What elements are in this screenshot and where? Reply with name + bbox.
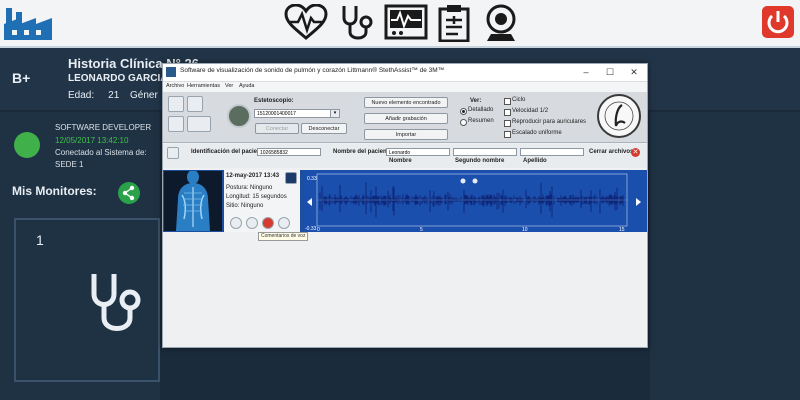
x-tick-0: 0 <box>317 227 320 232</box>
menu-archivo[interactable]: Archivo <box>166 83 184 89</box>
patient-name-label: Nombre del paciente: <box>333 149 395 155</box>
body-position-icon[interactable] <box>168 116 184 132</box>
bottom-panel <box>160 345 650 400</box>
new-recording-button[interactable]: Nuevo elemento encontrado <box>364 97 448 108</box>
second-name-field[interactable] <box>453 148 517 156</box>
uniform-scale-checkbox[interactable] <box>504 131 511 138</box>
menu-ver[interactable]: Ver <box>225 83 233 89</box>
maximize-button[interactable]: ☐ <box>599 65 621 79</box>
toolbar: Estetoscopio: 15120001400017 ▾ Conectar … <box>163 92 647 143</box>
menu-ayuda[interactable]: Ayuda <box>239 83 255 89</box>
forward-icon <box>636 198 641 206</box>
detailed-label: Detallado <box>468 107 494 113</box>
save-icon[interactable] <box>187 96 203 112</box>
user-role: SOFTWARE DEVELOPER <box>55 123 152 132</box>
view-label: Ver: <box>470 98 482 104</box>
half-speed-checkbox[interactable] <box>504 109 511 116</box>
surname-field[interactable] <box>520 148 584 156</box>
save-recording-icon[interactable] <box>278 217 290 229</box>
patient-info-icon[interactable] <box>167 147 179 159</box>
top-header <box>0 0 800 48</box>
connected-label: Conectado al Sistema de: <box>55 148 147 157</box>
site-name: SEDE 1 <box>55 160 84 169</box>
minimize-button[interactable]: – <box>575 65 597 79</box>
stethoscope-mode-icon[interactable] <box>285 172 297 184</box>
zoom-out-icon <box>460 178 466 184</box>
posture-row: Postura: Ninguno <box>226 185 273 191</box>
first-name-field[interactable]: Leonardo <box>386 148 450 156</box>
window-titlebar[interactable]: Software de visualización de sonido de p… <box>163 64 647 82</box>
record-icon[interactable] <box>262 217 274 229</box>
connect-button[interactable]: Conectar <box>255 123 299 134</box>
detailed-radio[interactable] <box>460 108 467 115</box>
patient-age: Edad: 21 <box>68 90 120 101</box>
close-button[interactable]: ✕ <box>623 65 645 79</box>
online-status-icon <box>14 132 40 158</box>
littmann-window[interactable]: Software de visualización de sonido de p… <box>162 63 648 348</box>
clipboard-icon[interactable] <box>436 4 472 42</box>
monitors-heading: Mis Monitores: <box>12 184 97 198</box>
patient-name: LEONARDO GARCIA <box>68 73 168 84</box>
stethoscope-icon[interactable] <box>338 4 378 42</box>
rewind-icon <box>307 198 312 206</box>
heart-pulse-icon[interactable] <box>284 4 328 42</box>
app-icon <box>166 67 176 77</box>
zoom-in-icon <box>472 178 478 184</box>
headphones-label: Reproducir para auriculares <box>512 119 587 125</box>
headphones-checkbox[interactable] <box>504 120 511 127</box>
monitor-number: 1 <box>36 232 44 248</box>
y-top-label: 0.33 <box>307 176 317 182</box>
waveform-panel[interactable]: 0.33 -0.33 0 5 10 15 <box>303 170 647 233</box>
surname-column-label: Apellido <box>523 158 547 164</box>
monitor-card[interactable]: 1 <box>14 218 160 382</box>
share-icon[interactable] <box>118 182 140 204</box>
stethoscope-select[interactable]: 15120001400017 ▾ <box>254 109 340 118</box>
summary-label: Resumen <box>468 118 494 124</box>
x-tick-15: 15 <box>619 227 625 232</box>
open-folder-icon[interactable] <box>168 96 184 112</box>
close-files-icon[interactable]: ✕ <box>631 148 640 157</box>
factory-icon[interactable] <box>2 4 66 42</box>
play-icon[interactable] <box>230 217 242 229</box>
recording-date: 12-may-2017 13:43 <box>226 173 280 179</box>
waveform[interactable]: 0.33 -0.33 0 5 10 15 <box>303 170 647 233</box>
length-row: Longitud: 15 segundos <box>226 194 287 200</box>
right-column <box>650 112 800 400</box>
patient-id-field[interactable]: 1026585832 <box>257 148 321 156</box>
chevron-down-icon[interactable]: ▾ <box>330 110 339 117</box>
summary-radio[interactable] <box>460 119 467 126</box>
uniform-scale-label: Escalado uniforme <box>512 130 562 136</box>
stethoscope-icon <box>84 270 150 341</box>
body-image <box>164 171 222 231</box>
add-recording-button[interactable]: Añadir grabación <box>364 113 448 124</box>
close-files-label[interactable]: Cerrar archivos <box>589 149 633 155</box>
power-icon[interactable] <box>762 6 794 44</box>
filter-dropdown-icon[interactable] <box>187 116 211 132</box>
monitor-icon[interactable] <box>384 4 428 42</box>
half-speed-label: Velocidad 1/2 <box>512 108 549 114</box>
x-tick-10: 10 <box>522 227 528 232</box>
voice-comments-tooltip: Comentarios de voz <box>258 232 309 241</box>
cycle-checkbox[interactable] <box>504 98 511 105</box>
import-button[interactable]: Importar <box>364 129 448 140</box>
voice-comments-icon[interactable] <box>246 217 258 229</box>
cycle-label: Ciclo <box>512 97 526 103</box>
login-timestamp: 12/05/2017 13:42:10 <box>55 136 129 145</box>
stethoscope-device-icon <box>227 104 251 128</box>
recording-info: 12-may-2017 13:43 Postura: Ninguno Longi… <box>224 170 300 232</box>
second-name-column-label: Segundo nombre <box>455 158 505 164</box>
webcam-icon[interactable] <box>482 4 520 42</box>
blood-type: B+ <box>12 70 31 86</box>
name-column-label: Nombre <box>389 158 412 164</box>
stethoscope-label: Estetoscopio: <box>254 98 294 104</box>
window-title: Software de visualización de sonido de p… <box>180 67 445 74</box>
menu-herramientas[interactable]: Herramientas <box>187 83 220 89</box>
littmann-logo <box>597 94 641 138</box>
recording-row[interactable]: 12-may-2017 13:43 Postura: Ninguno Longi… <box>163 170 647 233</box>
disconnect-button[interactable]: Desconectar <box>301 123 347 134</box>
patient-row: Identificación del paciente: 1026585832 … <box>163 144 647 168</box>
patient-gender-label: Géner <box>130 90 158 101</box>
site-row: Sitio: Ninguno <box>226 203 264 209</box>
x-tick-5: 5 <box>420 227 423 232</box>
